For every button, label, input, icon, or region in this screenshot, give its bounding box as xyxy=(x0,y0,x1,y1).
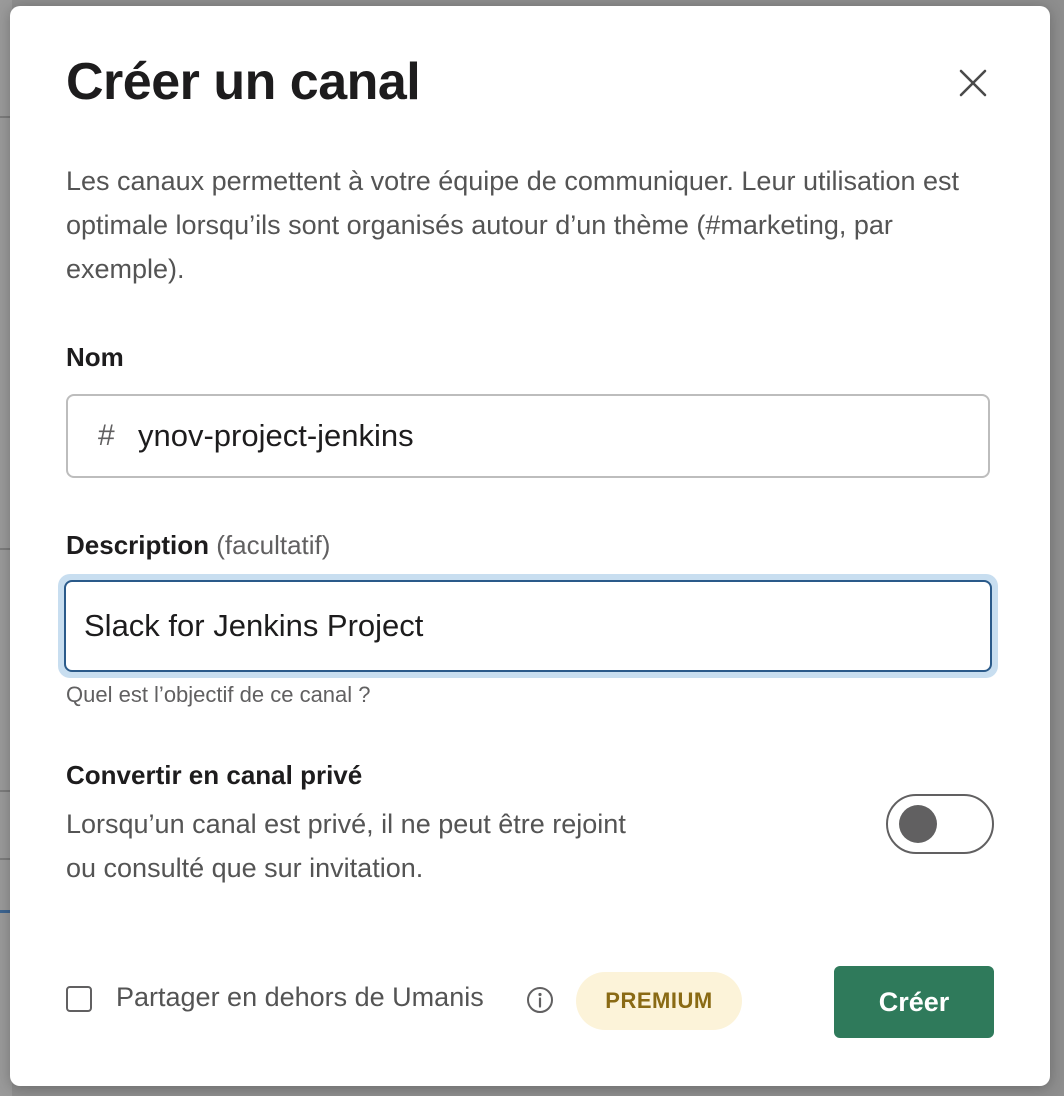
private-channel-toggle[interactable] xyxy=(886,794,994,854)
close-icon xyxy=(959,69,987,97)
private-channel-title: Convertir en canal privé xyxy=(66,760,363,790)
optional-tag: (facultatif) xyxy=(216,530,331,560)
toggle-knob xyxy=(899,805,937,843)
description-hint: Quel est l’objectif de ce canal ? xyxy=(66,682,371,707)
channel-name-value: ynov-project-jenkins xyxy=(138,418,414,453)
share-outside-label: Partager en dehors de Umanis xyxy=(116,982,484,1012)
description-input[interactable]: Slack for Jenkins Project xyxy=(64,580,992,672)
create-channel-modal: Créer un canal Les canaux permettent à v… xyxy=(10,6,1050,1086)
modal-title: Créer un canal xyxy=(66,53,421,111)
close-button[interactable] xyxy=(950,60,996,106)
premium-badge: PREMIUM xyxy=(576,972,742,1030)
name-label: Nom xyxy=(66,342,124,372)
private-channel-description: Lorsqu’un canal est privé, il ne peut êt… xyxy=(66,809,626,883)
hash-icon: # xyxy=(98,419,115,452)
description-focus-ring: Slack for Jenkins Project xyxy=(58,574,998,678)
share-outside-checkbox[interactable] xyxy=(66,986,92,1012)
channel-name-input[interactable]: # ynov-project-jenkins xyxy=(66,394,990,478)
description-label-text: Description xyxy=(66,530,210,560)
info-icon[interactable] xyxy=(526,986,554,1014)
create-button[interactable]: Créer xyxy=(834,966,994,1038)
description-label: Description (facultatif) xyxy=(66,530,330,561)
modal-intro-text: Les canaux permettent à votre équipe de … xyxy=(66,166,960,284)
